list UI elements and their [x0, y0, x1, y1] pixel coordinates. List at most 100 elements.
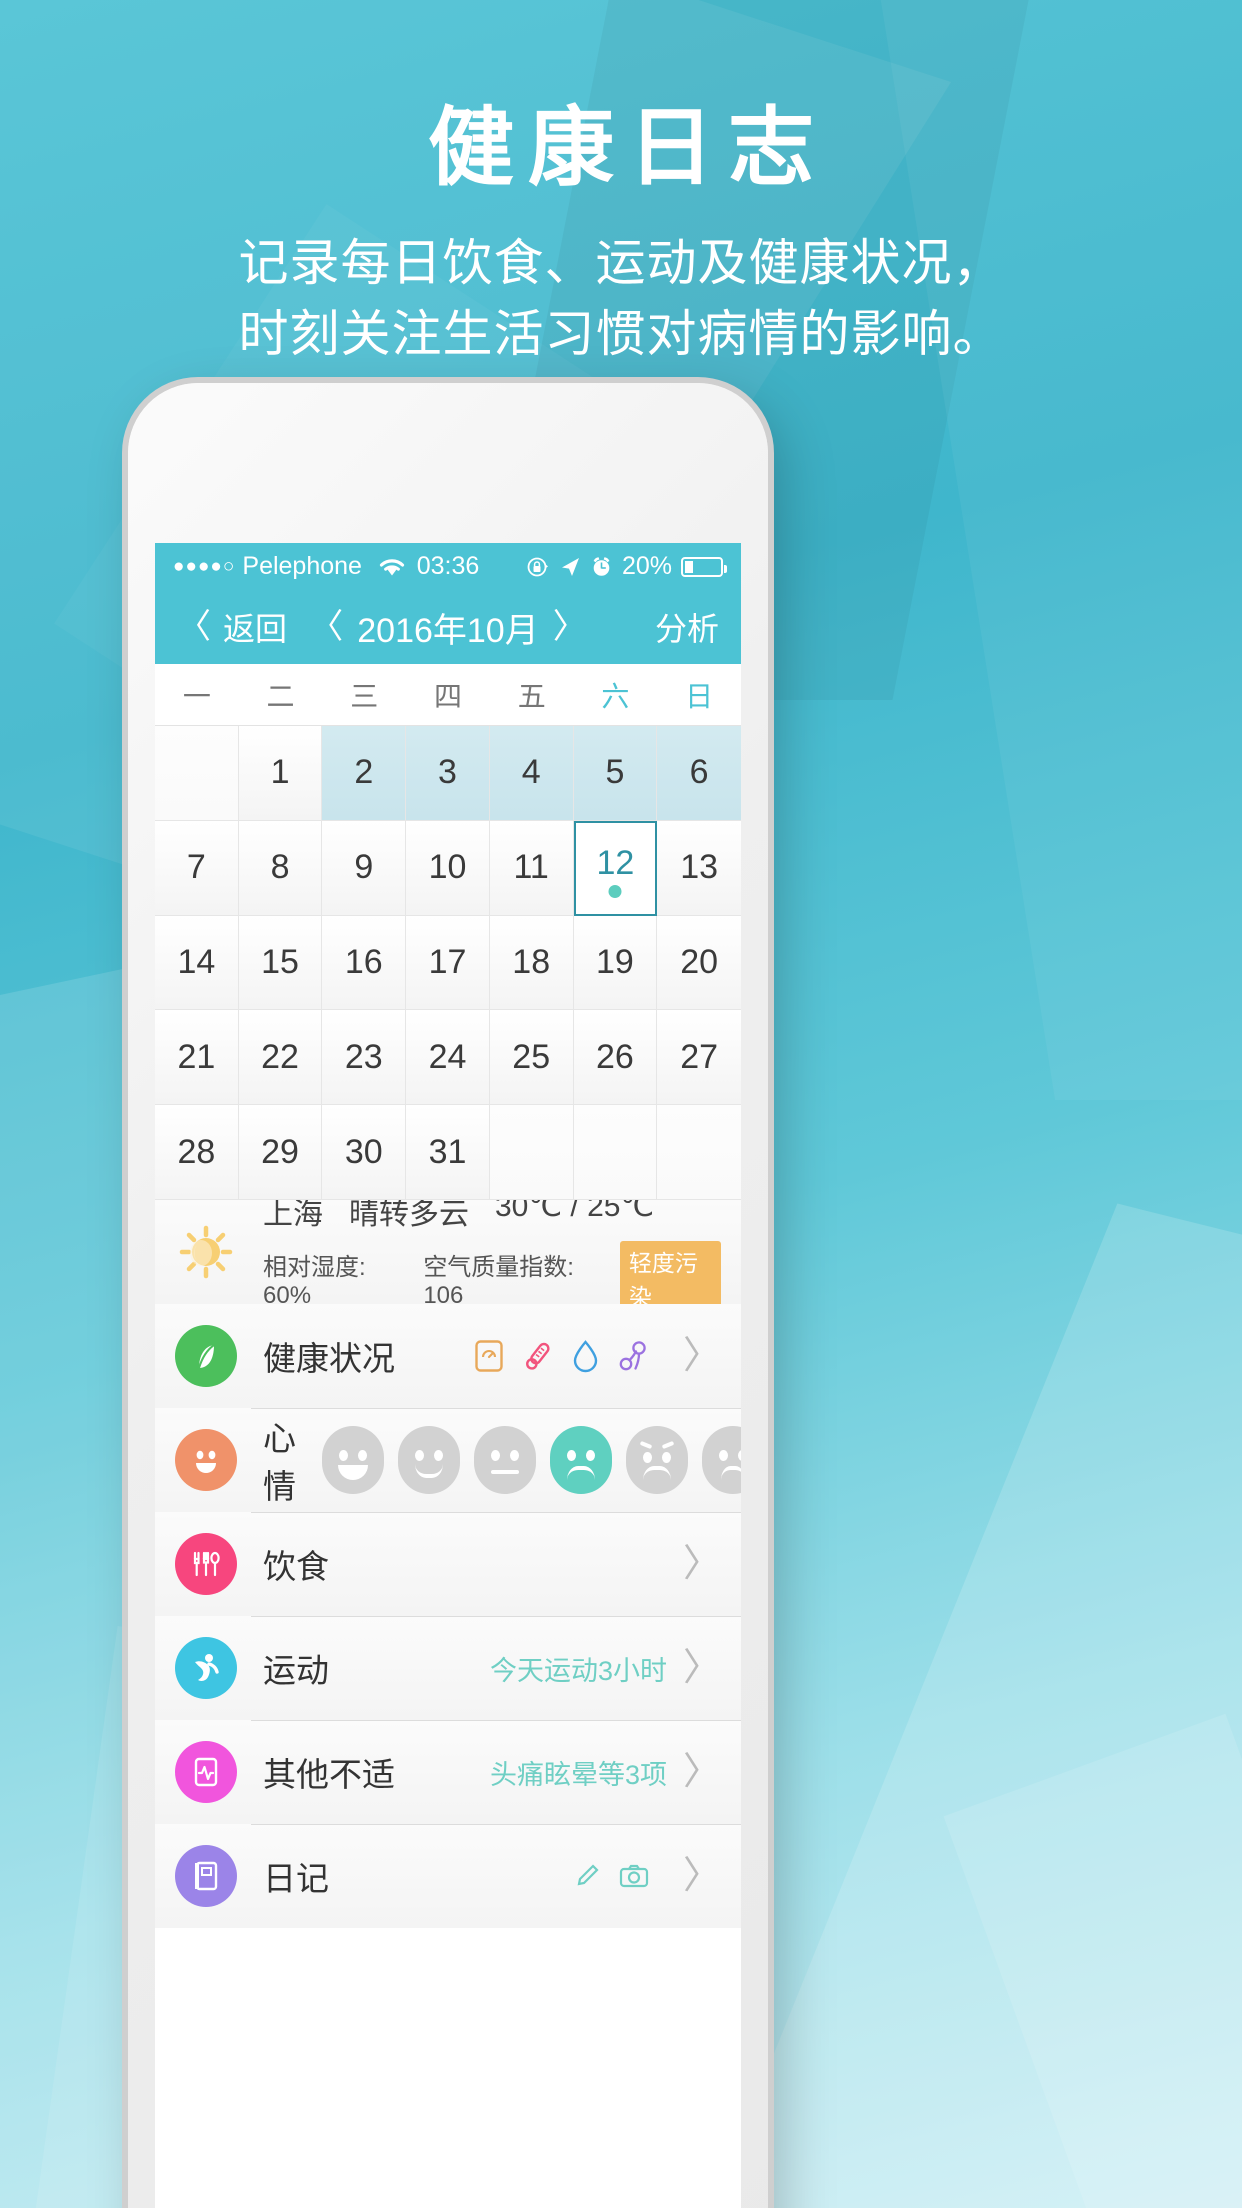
- list-item-health-status[interactable]: 健康状况 〉: [155, 1304, 741, 1408]
- calendar-day-7[interactable]: 7: [155, 820, 239, 916]
- analysis-button[interactable]: 分析: [655, 604, 719, 650]
- promo-subtitle-line-1: 记录每日饮食、运动及健康状况，: [238, 235, 1004, 291]
- mood-smile[interactable]: [398, 1426, 460, 1494]
- chevron-right-icon: 〉: [682, 1543, 721, 1585]
- calendar-day-3[interactable]: 3: [406, 726, 490, 821]
- calendar-event-dot: [608, 884, 622, 898]
- sun-cloud-icon: [175, 1221, 237, 1283]
- calendar-day-4[interactable]: 4: [489, 726, 574, 821]
- calendar-day-19[interactable]: 19: [573, 915, 658, 1011]
- navigation-bar: 〈 返回 〈 2016年10月 〉 分析: [155, 590, 741, 664]
- calendar-day-30[interactable]: 30: [322, 1105, 407, 1200]
- calendar-day-number: 26: [596, 1037, 634, 1076]
- list-item-exercise[interactable]: 运动 今天运动3小时 〉: [155, 1616, 741, 1720]
- mood-worried[interactable]: [626, 1426, 688, 1494]
- calendar-day-18[interactable]: 18: [489, 915, 574, 1011]
- list-item-label: 运动: [263, 1652, 329, 1689]
- calendar-day-28[interactable]: 28: [155, 1105, 239, 1200]
- stethoscope-icon[interactable]: [617, 1339, 649, 1373]
- calendar-day-9[interactable]: 9: [322, 820, 407, 916]
- calendar-day-number: 22: [261, 1037, 299, 1076]
- list-item-label: 健康状况: [263, 1340, 395, 1377]
- mood-upset[interactable]: [702, 1426, 741, 1494]
- leaf-icon: [175, 1325, 237, 1387]
- calendar-day-number: 13: [680, 848, 719, 887]
- battery-percentage: 20%: [621, 552, 672, 580]
- calendar-day-24[interactable]: 24: [406, 1010, 490, 1106]
- calendar-day-number: 12: [596, 843, 635, 882]
- calendar-day-31[interactable]: 31: [406, 1105, 490, 1200]
- calendar-day-25[interactable]: 25: [489, 1010, 574, 1106]
- chevron-right-icon: 〉: [682, 1647, 721, 1689]
- thermometer-icon[interactable]: [522, 1339, 554, 1373]
- calendar-day-13[interactable]: 13: [657, 820, 741, 916]
- calendar-day-8[interactable]: 8: [238, 820, 323, 916]
- location-arrow-icon: [559, 556, 581, 578]
- calendar-day-number: 1: [270, 753, 290, 792]
- calendar-day-22[interactable]: 22: [238, 1010, 323, 1106]
- weather-humidity: 相对湿度: 60%: [263, 1253, 366, 1309]
- smiley-face-icon: [175, 1429, 237, 1491]
- calendar-day-number: 18: [512, 942, 551, 981]
- list-item-value: 今天运动3小时: [489, 1655, 667, 1686]
- calendar-day-10[interactable]: 10: [406, 820, 490, 916]
- calendar-day-number: 17: [428, 942, 467, 981]
- camera-icon[interactable]: [619, 1863, 649, 1889]
- weather-row[interactable]: 上海 晴转多云 30℃ / 25℃ 相对湿度: 60% 空气质量指数: 106 …: [155, 1190, 741, 1315]
- calendar-day-11[interactable]: 11: [489, 820, 574, 916]
- list-item-label: 日记: [263, 1860, 329, 1897]
- calendar-day-number: 8: [270, 848, 290, 887]
- list-item-diet[interactable]: 饮食 〉: [155, 1512, 741, 1616]
- mood-selector: [322, 1426, 741, 1494]
- calendar-day-16[interactable]: 16: [322, 915, 407, 1011]
- calendar-day-2[interactable]: 2: [322, 726, 407, 821]
- weight-scale-icon[interactable]: [474, 1339, 504, 1373]
- prev-month-button[interactable]: 〈: [309, 610, 343, 644]
- calendar-cell-empty: [657, 1105, 741, 1200]
- health-metric-icons: 〉: [474, 1337, 721, 1375]
- calendar-day-29[interactable]: 29: [238, 1105, 323, 1200]
- calendar-day-26[interactable]: 26: [573, 1010, 658, 1106]
- back-button-label: 返回: [223, 611, 288, 647]
- list-item-label: 心情: [263, 1420, 296, 1505]
- calendar-day-17[interactable]: 17: [406, 915, 490, 1011]
- battery-icon: [681, 556, 727, 577]
- calendar-day-number: 25: [512, 1037, 551, 1076]
- promo-header: 健康日志 记录每日饮食、运动及健康状况， 时刻关注生活习惯对病情的影响。: [0, 0, 1242, 367]
- calendar-day-20[interactable]: 20: [657, 915, 741, 1011]
- calendar-day-number: 21: [177, 1037, 216, 1076]
- mood-neutral[interactable]: [474, 1426, 536, 1494]
- back-button[interactable]: 〈 返回: [177, 604, 287, 650]
- pen-icon[interactable]: [573, 1862, 601, 1890]
- calendar-day-number: 3: [438, 753, 457, 792]
- calendar-day-27[interactable]: 27: [657, 1010, 741, 1106]
- calendar-day-1[interactable]: 1: [238, 726, 323, 821]
- calendar-day-number: 11: [513, 848, 549, 887]
- mood-sad[interactable]: [550, 1426, 612, 1494]
- weekday-header-4: 五: [517, 680, 546, 712]
- calendar-day-12[interactable]: 12: [573, 820, 658, 916]
- mood-grin[interactable]: [322, 1426, 384, 1494]
- next-month-button[interactable]: 〉: [553, 610, 587, 644]
- calendar-day-6[interactable]: 6: [657, 726, 741, 821]
- water-drop-icon[interactable]: [572, 1339, 599, 1373]
- calendar-day-23[interactable]: 23: [322, 1010, 407, 1106]
- list-item-mood[interactable]: 心情: [155, 1408, 741, 1512]
- list-item-diary[interactable]: 日记 〉: [155, 1824, 741, 1928]
- calendar-day-15[interactable]: 15: [238, 915, 323, 1011]
- calendar-day-5[interactable]: 5: [573, 726, 658, 821]
- calendar-day-number: 2: [354, 753, 374, 792]
- calendar-day-21[interactable]: 21: [155, 1010, 239, 1106]
- daily-log-list: 上海 晴转多云 30℃ / 25℃ 相对湿度: 60% 空气质量指数: 106 …: [155, 1190, 741, 1928]
- calendar-day-14[interactable]: 14: [155, 915, 239, 1011]
- wifi-icon: [377, 556, 407, 578]
- status-bar-left: ●●●●○ Pelephone: [173, 552, 407, 581]
- signal-strength-icon: ●●●●○: [173, 555, 236, 577]
- calendar-day-number: 10: [428, 848, 467, 887]
- weather-text: 上海 晴转多云 30℃ / 25℃ 相对湿度: 60% 空气质量指数: 106 …: [263, 1189, 721, 1315]
- list-item-label: 其他不适: [263, 1756, 395, 1793]
- diary-sub-icons: 〉: [573, 1857, 721, 1895]
- chevron-right-icon: 〉: [682, 1751, 721, 1793]
- list-item-other-discomfort[interactable]: 其他不适 头痛眩晕等3项 〉: [155, 1720, 741, 1824]
- weekday-header-1: 二: [266, 680, 295, 712]
